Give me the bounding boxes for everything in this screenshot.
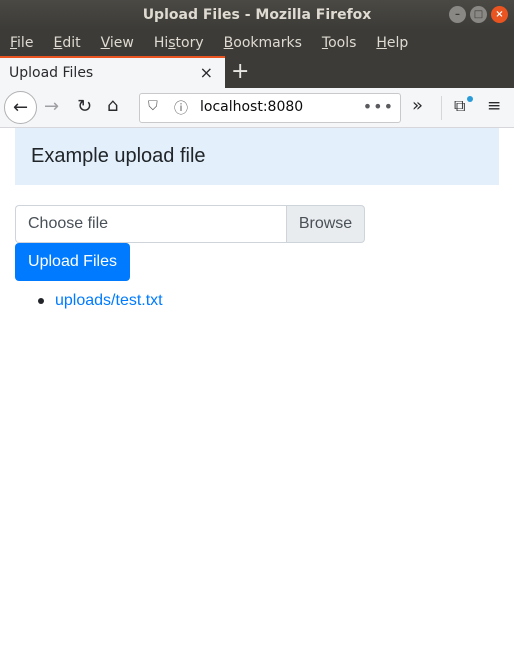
menu-bookmarks[interactable]: Bookmarks	[224, 35, 302, 51]
page-heading-banner: Example upload file	[15, 128, 499, 185]
file-input-group[interactable]: Choose file Browse	[15, 205, 365, 243]
window-controls: – □ ×	[449, 6, 508, 23]
menu-history[interactable]: History	[154, 35, 204, 51]
tab-title: Upload Files	[9, 65, 94, 81]
menu-tools[interactable]: Tools	[322, 35, 357, 51]
tracking-shield-icon[interactable]: ⛉	[148, 99, 158, 114]
uploaded-file-list: uploads/test.txt	[38, 292, 163, 310]
file-input[interactable]: Choose file	[15, 205, 287, 243]
list-item: uploads/test.txt	[38, 292, 163, 310]
toolbar-divider	[441, 96, 442, 120]
tab-close-icon[interactable]: ×	[200, 63, 213, 82]
home-icon[interactable]: ⌂	[107, 95, 118, 116]
page-title: Example upload file	[31, 145, 206, 167]
tab-upload-files[interactable]: Upload Files ×	[0, 56, 225, 88]
back-icon[interactable]: ←	[4, 91, 37, 124]
hamburger-menu-icon[interactable]: ≡	[487, 96, 501, 116]
minimize-icon[interactable]: –	[449, 6, 466, 23]
site-info-icon[interactable]: ⓘ	[174, 98, 188, 118]
menu-edit[interactable]: Edit	[53, 35, 80, 51]
tab-strip: Upload Files × +	[0, 56, 514, 88]
window-title: Upload Files - Mozilla Firefox	[142, 7, 372, 23]
bullet-icon	[38, 298, 44, 304]
browse-button[interactable]: Browse	[286, 205, 365, 243]
menu-bar: File Edit View History Bookmarks Tools H…	[0, 30, 514, 56]
file-link[interactable]: uploads/test.txt	[55, 292, 163, 310]
page-actions-icon[interactable]: •••	[363, 97, 394, 116]
new-tab-icon[interactable]: +	[231, 59, 249, 84]
notification-dot	[467, 96, 473, 102]
menu-help[interactable]: Help	[376, 35, 408, 51]
url-text[interactable]: localhost:8080	[200, 99, 303, 115]
reload-icon[interactable]: ↻	[77, 96, 92, 117]
close-window-icon[interactable]: ×	[491, 6, 508, 23]
maximize-icon[interactable]: □	[470, 6, 487, 23]
menu-view[interactable]: View	[101, 35, 134, 51]
window-titlebar: Upload Files - Mozilla Firefox – □ ×	[0, 0, 514, 30]
upload-files-button[interactable]: Upload Files	[15, 243, 130, 281]
forward-icon[interactable]: →	[44, 96, 59, 117]
overflow-menu-icon[interactable]: »	[412, 95, 423, 116]
navigation-toolbar: ← → ↻ ⌂ ⛉ ⓘ localhost:8080 ••• » ⧉ ≡	[0, 88, 514, 128]
url-bar[interactable]: ⛉ ⓘ localhost:8080 •••	[139, 93, 401, 123]
page-content: Example upload file Choose file Browse U…	[0, 128, 514, 647]
extensions-icon[interactable]: ⧉	[454, 96, 465, 116]
menu-file[interactable]: File	[10, 35, 33, 51]
